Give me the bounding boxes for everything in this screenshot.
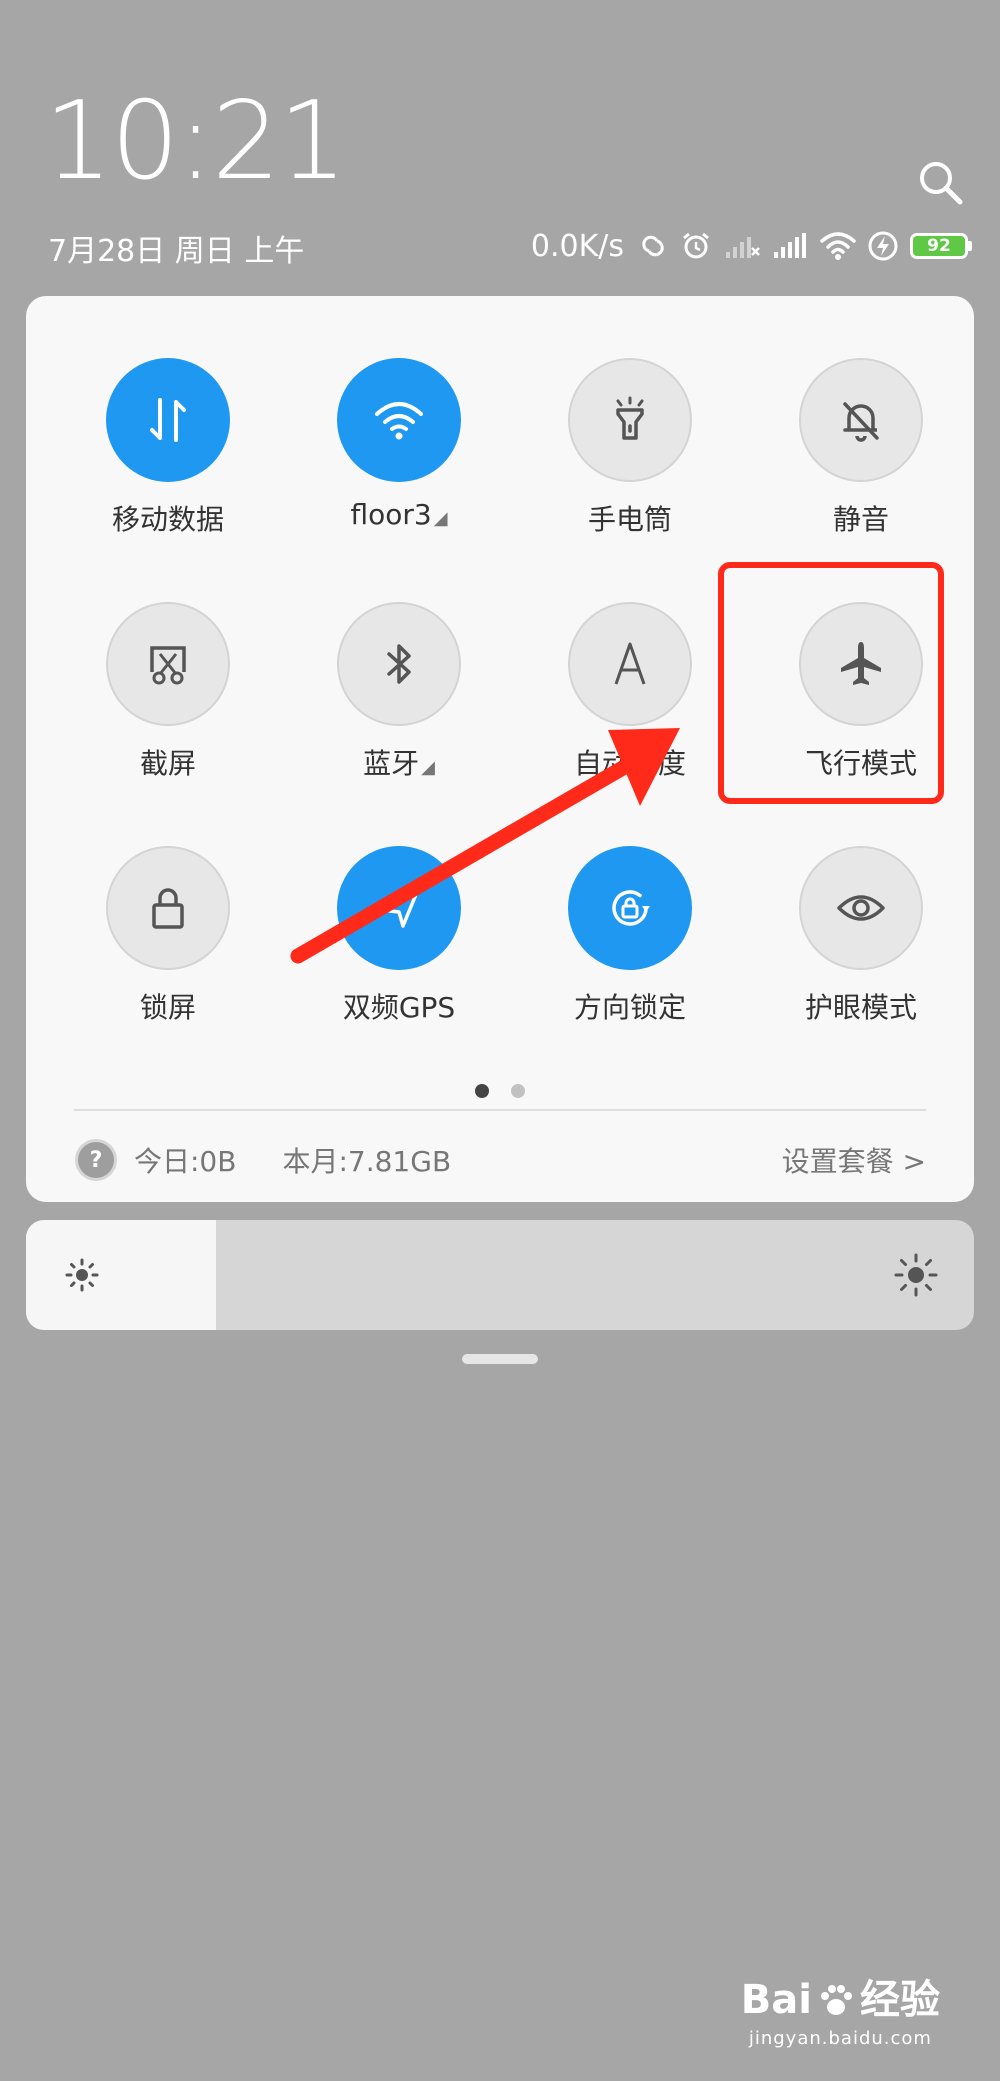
watermark-brand-cn: 经验 bbox=[860, 1977, 940, 2023]
watermark-brand: Bai bbox=[740, 1977, 812, 2023]
watermark-url: jingyan.baidu.com bbox=[748, 2028, 932, 2049]
annotation-arrow bbox=[290, 728, 680, 964]
watermark: Bai 经验 jingyan.baidu.com bbox=[741, 1978, 940, 2049]
paw-icon bbox=[821, 1985, 852, 2015]
